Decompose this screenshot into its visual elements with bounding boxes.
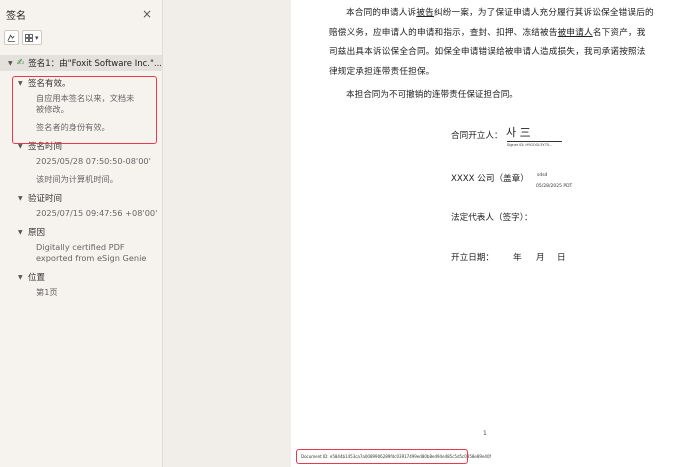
node-label: 位置 (28, 273, 46, 283)
node-label: 验证时间 (28, 194, 63, 204)
opener-label: 合同开立人： (451, 131, 503, 141)
text-run: 本合同的申请人诉 (346, 8, 417, 18)
signature-root-label: 签名1：由"Foxit Software Inc."... (28, 59, 162, 69)
signing-time-node[interactable]: ▼ 签名时间 2025/05/28 07:50:50-08'00' 该时间为计算机… (0, 140, 162, 185)
signature-tool-button[interactable] (4, 30, 19, 45)
expand-arrow-icon[interactable]: ▼ (18, 229, 25, 236)
node-detail: 2025/07/15 09:47:56 +08'00' (36, 208, 158, 218)
signature-panel: 签名 × ▾ ▼ ✍ 签名1：由"Foxit Software Inc."...… (0, 0, 163, 467)
signature-tool-icon (7, 33, 16, 42)
panel-header: 签名 × (0, 0, 162, 28)
year-label: 年 (513, 253, 522, 263)
page-number: 1 (483, 430, 487, 437)
contract-paragraph-1: 本合同的申请人诉被告纠纷一案，为了保证申请人充分履行其诉讼保全错误后的赔偿义务，… (329, 4, 654, 82)
stamp-date: 05/28/2025 PDT (536, 184, 573, 189)
validity-highlight-box (12, 76, 157, 144)
company-seal-label: XXXX 公司（盖章） (451, 174, 529, 184)
close-panel-button[interactable]: × (142, 7, 152, 21)
document-id-highlight-box (296, 449, 468, 464)
text-run: 被告 (416, 8, 434, 18)
stamp-name: sdsd (537, 173, 548, 178)
valid-signature-icon: ✍ (16, 58, 25, 68)
document-view: 本合同的申请人诉被告纠纷一案，为了保证申请人充分履行其诉讼保全错误后的赔偿义务，… (163, 0, 680, 467)
location-node[interactable]: ▼ 位置 第1页 (0, 271, 162, 298)
expand-arrow-icon[interactable]: ▼ (18, 274, 25, 281)
chevron-down-icon: ▾ (35, 33, 39, 42)
panel-toolbar: ▾ (0, 28, 162, 51)
signer-id-text: Signer ID: HYGOOL3Y75... (507, 141, 562, 147)
signature-tree-root[interactable]: ▼ ✍ 签名1：由"Foxit Software Inc."... (0, 55, 162, 71)
node-detail: 该时间为计算机时间。 (36, 174, 118, 184)
grid-view-icon (25, 33, 33, 42)
node-detail: Digitally certified PDF exported from eS… (36, 242, 147, 263)
month-label: 月 (536, 253, 545, 263)
panel-title: 签名 (6, 10, 26, 22)
opener-signature-image: 사 三 (506, 126, 531, 139)
legal-rep-label: 法定代表人（签字）： (451, 213, 533, 223)
verify-time-node[interactable]: ▼ 验证时间 2025/07/15 09:47:56 +08'00' (0, 192, 162, 219)
text-run: 被申请人 (557, 27, 593, 38)
pdf-page: 本合同的申请人诉被告纠纷一案，为了保证申请人充分履行其诉讼保全错误后的赔偿义务，… (291, 0, 680, 467)
contract-paragraph-2: 本担合同为不可撤销的连带责任保证担合同。 (346, 90, 518, 100)
issue-date-label: 开立日期： (451, 253, 494, 263)
node-detail: 2025/05/28 07:50:50-08'00' (36, 156, 151, 166)
expand-arrow-icon[interactable]: ▼ (8, 60, 13, 67)
node-detail: 第1页 (36, 287, 58, 297)
view-options-button[interactable]: ▾ (22, 30, 42, 45)
node-label: 原因 (28, 228, 46, 238)
expand-arrow-icon[interactable]: ▼ (18, 195, 25, 202)
day-label: 日 (557, 253, 566, 263)
reason-node[interactable]: ▼ 原因 Digitally certified PDF exported fro… (0, 226, 162, 264)
